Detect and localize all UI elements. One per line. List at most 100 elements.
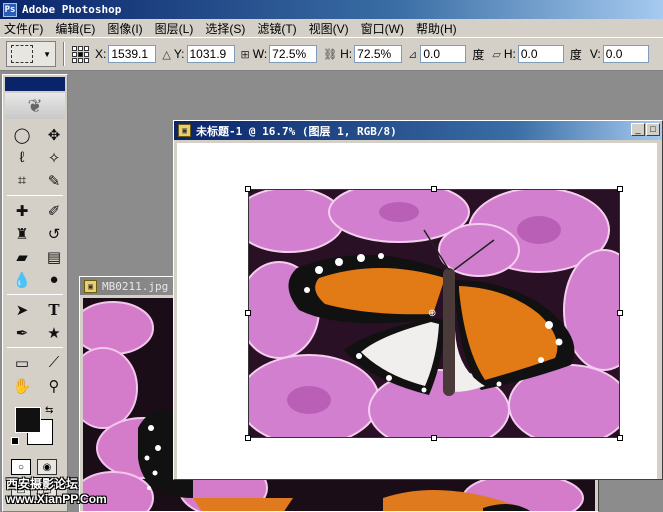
watermark: 西安摄影论坛 www.XianPP.Com: [6, 477, 107, 507]
default-colors-icon[interactable]: [11, 437, 19, 445]
brush-tool-icon[interactable]: ✐: [41, 199, 67, 222]
crop-tool-icon[interactable]: ⌗: [9, 169, 35, 192]
app-title: Adobe Photoshop: [22, 3, 122, 16]
quick-mask-modes: ○ ◉: [3, 455, 67, 479]
transform-center-point-icon[interactable]: ⊕: [428, 308, 436, 319]
y-position-input[interactable]: 1031.9: [186, 45, 235, 63]
toolbox: ❦ ◯ ✥ ℓ ✧ ⌗ ✎ ✚ ✐ ♜ ↺ ▰ ▤ 💧 ● ➤ T ✒ ★ ▭ …: [2, 74, 68, 512]
menu-image[interactable]: 图像(I): [107, 20, 142, 37]
slice-tool-icon[interactable]: ✎: [41, 169, 67, 192]
quick-mask-mode-icon[interactable]: ◉: [37, 459, 57, 475]
width-scale-input[interactable]: 72.5%: [269, 45, 318, 63]
x-label: X:: [95, 47, 107, 61]
pen-tool-icon[interactable]: ✒: [9, 321, 35, 344]
menu-view[interactable]: 视图(V): [309, 20, 349, 37]
document-icon: ▣: [178, 124, 191, 137]
notes-tool-icon[interactable]: ▭: [9, 351, 35, 374]
photoshop-icon: Ps: [3, 2, 17, 17]
rotate-angle-input[interactable]: 0.0: [420, 45, 467, 63]
lasso-tool-icon[interactable]: ℓ: [9, 146, 35, 169]
document-icon: ▣: [84, 279, 97, 293]
link-icon[interactable]: ⛓: [323, 48, 337, 61]
transform-tool-icon: [11, 45, 33, 63]
tool-grid-paint: ✚ ✐ ♜ ↺ ▰ ▤ 💧 ●: [3, 199, 67, 291]
feather-logo-icon: ❦: [5, 93, 65, 119]
height-scale-input[interactable]: 72.5%: [354, 45, 403, 63]
transform-handle-top-left[interactable]: [245, 186, 251, 192]
tool-preset-picker[interactable]: ▼: [6, 41, 56, 67]
zoom-tool-icon[interactable]: ⚲: [41, 374, 67, 397]
toolbox-title-bar[interactable]: [5, 77, 65, 91]
vertical-skew-input[interactable]: 0.0: [602, 45, 649, 63]
horizontal-skew-input[interactable]: 0.0: [517, 45, 564, 63]
app-title-bar: Ps Adobe Photoshop: [0, 0, 663, 19]
width-scale-icon: ⊞: [240, 48, 250, 61]
toolbox-separator: [7, 347, 63, 348]
menu-edit[interactable]: 编辑(E): [55, 20, 95, 37]
transform-handle-bottom-right[interactable]: [617, 435, 623, 441]
menu-window[interactable]: 窗口(W): [361, 20, 404, 37]
delta-icon: △: [162, 48, 171, 61]
vskew-label: V:: [589, 47, 601, 61]
dodge-tool-icon[interactable]: ●: [41, 268, 67, 291]
blur-tool-icon[interactable]: 💧: [9, 268, 35, 291]
magic-wand-tool-icon[interactable]: ✧: [41, 146, 67, 169]
options-separator: [63, 42, 65, 66]
menu-select[interactable]: 选择(S): [205, 20, 245, 37]
swap-colors-icon[interactable]: ⇆: [45, 405, 53, 416]
chevron-down-icon: ▼: [43, 49, 51, 59]
ref-point-mr[interactable]: [84, 51, 89, 57]
ref-point-center[interactable]: [78, 51, 83, 57]
options-bar: ▼ X: 1539.1 △ Y: 1031.9 ⊞ W: 72.5% ⛓ H: …: [0, 37, 663, 71]
ref-point-bl[interactable]: [72, 57, 77, 63]
ref-point-tc[interactable]: [78, 45, 83, 51]
menu-filter[interactable]: 滤镜(T): [257, 20, 296, 37]
marquee-tool-icon[interactable]: ◯: [9, 123, 35, 146]
document-title-bar-front[interactable]: ▣ 未标题-1 @ 16.7% (图层 1, RGB/8): [174, 121, 662, 140]
foreground-color-swatch[interactable]: [15, 407, 41, 433]
gradient-tool-icon[interactable]: ▤: [41, 245, 67, 268]
clone-stamp-tool-icon[interactable]: ♜: [9, 222, 35, 245]
ref-point-br[interactable]: [84, 57, 89, 63]
ref-point-tl[interactable]: [72, 45, 77, 51]
toolbox-separator: [7, 294, 63, 295]
ref-point-bc[interactable]: [78, 57, 83, 63]
transform-handle-middle-left[interactable]: [245, 310, 251, 316]
angle-unit: 度: [472, 47, 485, 62]
hskew-unit: 度: [569, 47, 582, 62]
tool-grid-top: ◯ ✥ ℓ ✧ ⌗ ✎: [3, 123, 67, 192]
type-tool-icon[interactable]: T: [41, 298, 67, 321]
reference-point-locator[interactable]: [72, 45, 89, 63]
menu-layer[interactable]: 图层(L): [155, 20, 194, 37]
move-tool-icon[interactable]: ✥: [41, 123, 67, 146]
transform-handle-bottom-center[interactable]: [431, 435, 437, 441]
transform-handle-bottom-left[interactable]: [245, 435, 251, 441]
window-controls: _ □: [631, 123, 660, 136]
tool-grid-vector: ➤ T ✒ ★: [3, 298, 67, 344]
y-label: Y:: [173, 47, 185, 61]
minimize-icon[interactable]: _: [631, 123, 645, 136]
transform-handle-top-center[interactable]: [431, 186, 437, 192]
document-title-back: MB0211.jpg: [102, 279, 169, 293]
path-selection-tool-icon[interactable]: ➤: [9, 298, 35, 321]
toolbox-separator: [7, 195, 63, 196]
x-position-input[interactable]: 1539.1: [108, 45, 157, 63]
w-label: W:: [252, 47, 268, 61]
menu-file[interactable]: 文件(F): [4, 20, 43, 37]
eyedropper-tool-icon[interactable]: ⟋: [41, 351, 67, 374]
menu-help[interactable]: 帮助(H): [416, 20, 457, 37]
maximize-icon[interactable]: □: [646, 123, 660, 136]
watermark-line-1: 西安摄影论坛: [6, 477, 79, 491]
tool-grid-misc: ▭ ⟋ ✋ ⚲: [3, 351, 67, 397]
healing-brush-tool-icon[interactable]: ✚: [9, 199, 35, 222]
history-brush-tool-icon[interactable]: ↺: [41, 222, 67, 245]
eraser-tool-icon[interactable]: ▰: [9, 245, 35, 268]
custom-shape-tool-icon[interactable]: ★: [41, 321, 67, 344]
hand-tool-icon[interactable]: ✋: [9, 374, 35, 397]
standard-mode-icon[interactable]: ○: [11, 459, 31, 475]
transform-handle-top-right[interactable]: [617, 186, 623, 192]
ref-point-tr[interactable]: [84, 45, 89, 51]
skew-icon: ▱: [492, 48, 501, 61]
transform-handle-middle-right[interactable]: [617, 310, 623, 316]
ref-point-ml[interactable]: [72, 51, 77, 57]
